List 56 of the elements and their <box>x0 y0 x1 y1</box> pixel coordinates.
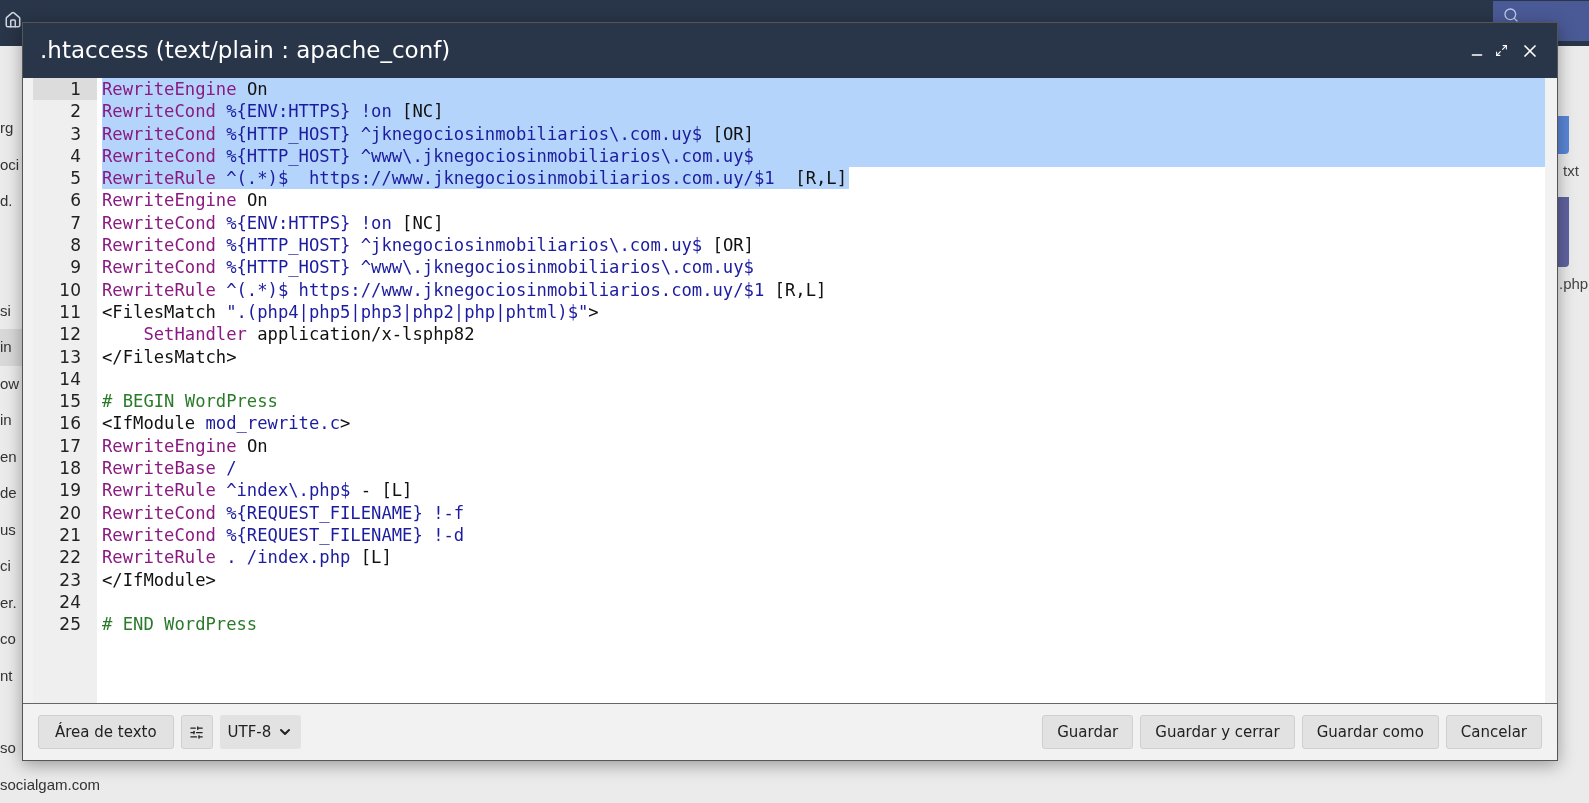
line-number: 11 <box>58 300 82 324</box>
home-icon[interactable] <box>4 11 22 29</box>
line-number: 5 <box>69 167 82 190</box>
file-name[interactable]: in <box>0 336 12 359</box>
line-number: 17 <box>58 434 82 458</box>
footer-button[interactable]: Guardar y cerrar <box>1140 715 1295 749</box>
dialog-title: .htaccess (text/plain : apache_conf) <box>40 36 451 66</box>
line-number: 9 <box>69 256 82 279</box>
maximize-icon[interactable] <box>1495 44 1508 57</box>
file-name[interactable]: nt <box>0 664 13 687</box>
file-name[interactable]: rg <box>0 117 14 140</box>
file-name[interactable]: socialgam.com <box>0 773 101 796</box>
file-name[interactable]: oci <box>0 153 20 176</box>
file-name[interactable]: er. <box>0 591 17 614</box>
file-name[interactable]: co <box>0 628 16 651</box>
file-name[interactable]: ow <box>0 372 20 395</box>
file-name[interactable]: en <box>0 445 17 468</box>
file-name[interactable]: si <box>0 299 11 322</box>
line-number: 21 <box>58 523 82 547</box>
file-name[interactable]: ci <box>0 555 11 578</box>
line-number: 22 <box>58 546 82 569</box>
line-number: 8 <box>69 234 82 257</box>
file-name[interactable]: txt <box>1557 160 1589 183</box>
line-number: 13 <box>58 345 82 368</box>
line-number: 10 <box>58 278 82 301</box>
encoding-select[interactable]: UTF-8 <box>219 715 302 749</box>
file-name[interactable]: .php <box>1557 272 1589 295</box>
line-number: 3 <box>69 122 82 145</box>
line-number: 24 <box>58 590 82 614</box>
line-number: 14 <box>58 367 82 391</box>
footer-button[interactable]: Guardar <box>1042 715 1134 749</box>
file-name[interactable]: so <box>0 737 16 760</box>
file-name[interactable]: in <box>0 409 12 432</box>
code-area[interactable] <box>97 78 1545 703</box>
line-number: 18 <box>58 457 82 480</box>
line-number: 16 <box>58 412 82 435</box>
line-number: 1 <box>33 78 97 101</box>
footer-button[interactable]: Guardar como <box>1301 715 1439 749</box>
file-name[interactable]: de <box>0 482 17 505</box>
footer-button[interactable]: Cancelar <box>1445 715 1542 749</box>
search-icon <box>1503 7 1519 23</box>
settings-button[interactable] <box>180 715 213 749</box>
line-number: 15 <box>58 390 82 413</box>
line-number: 20 <box>58 501 82 524</box>
text-area-button[interactable]: Área de texto <box>38 715 174 749</box>
line-number: 23 <box>58 568 82 591</box>
sliders-icon <box>189 724 205 740</box>
line-number: 4 <box>69 144 82 168</box>
line-number: 6 <box>69 189 82 212</box>
line-number: 7 <box>69 211 82 235</box>
line-number: 25 <box>58 613 82 636</box>
line-number: 12 <box>58 323 82 346</box>
file-name[interactable]: d. <box>0 190 13 213</box>
line-number: 19 <box>58 479 82 502</box>
file-name[interactable]: us <box>0 518 16 541</box>
line-number: 2 <box>69 100 82 123</box>
